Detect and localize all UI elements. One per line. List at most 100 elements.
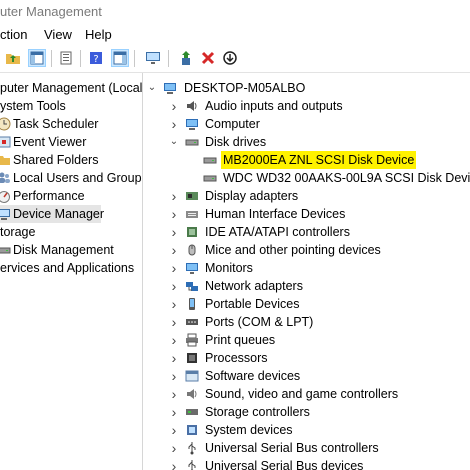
console-tree[interactable]: puter Management (Local ystem Tools Task… [0, 73, 143, 470]
device-category-usb[interactable]: › Universal Serial Bus controllers [143, 439, 470, 457]
chevron-right-icon[interactable]: › [169, 205, 179, 223]
chevron-right-icon[interactable]: › [169, 313, 179, 331]
chevron-right-icon[interactable]: › [169, 403, 179, 421]
tree-item-system-tools[interactable]: ystem Tools [0, 97, 142, 115]
update-driver-icon[interactable] [177, 49, 195, 67]
users-icon [0, 172, 10, 183]
device-category-label: Print queues [205, 333, 276, 347]
monitor-icon[interactable] [144, 49, 162, 67]
device-category-label: Human Interface Devices [205, 207, 346, 221]
disk-drive-icon [203, 157, 217, 164]
menu-help[interactable]: Help [85, 24, 112, 46]
printer-icon [186, 333, 198, 347]
chevron-right-icon[interactable]: › [169, 241, 179, 259]
computer-icon [164, 83, 176, 94]
menu-view[interactable]: View [44, 24, 72, 46]
device-category-system-device[interactable]: › System devices [143, 421, 470, 439]
chevron-right-icon[interactable]: › [169, 277, 179, 295]
chevron-down-icon[interactable]: ⌄ [147, 79, 157, 97]
usb-icon [188, 442, 196, 455]
device-category-disk-drive[interactable]: ⌄ Disk drives [143, 133, 470, 151]
device-category-label: Portable Devices [205, 297, 300, 311]
chevron-right-icon[interactable]: › [169, 97, 179, 115]
monitor-icon [186, 263, 198, 274]
device-category-label: IDE ATA/ATAPI controllers [205, 225, 350, 239]
device-category-mouse[interactable]: › Mice and other pointing devices [143, 241, 470, 259]
computer-icon [186, 119, 198, 130]
chevron-right-icon[interactable]: › [169, 385, 179, 403]
tree-item-services-applications[interactable]: ervices and Applications [0, 259, 142, 277]
device-tree[interactable]: ⌄ DESKTOP-M05ALBO › Audio inputs and outp… [143, 73, 470, 470]
tree-item-task-scheduler[interactable]: Task Scheduler [0, 115, 142, 133]
device-category-label: Universal Serial Bus devices [205, 459, 364, 470]
chevron-right-icon[interactable]: › [169, 115, 179, 133]
menu-bar: ction View Help [0, 24, 470, 46]
disable-device-icon[interactable] [221, 49, 239, 67]
show-action-pane-icon[interactable] [111, 49, 129, 67]
disk-management-icon [0, 247, 11, 254]
window-title: uter Management [0, 4, 102, 19]
device-category-label: Universal Serial Bus controllers [205, 441, 379, 455]
properties-icon[interactable] [57, 49, 75, 67]
show-hide-console-tree-icon[interactable] [28, 49, 46, 67]
toolbar: ? [0, 46, 470, 73]
device-category-label: Audio inputs and outputs [205, 99, 343, 113]
device-category-computer[interactable]: › Computer [143, 115, 470, 133]
device-category-ide-controller[interactable]: › IDE ATA/ATAPI controllers [143, 223, 470, 241]
tree-item-storage[interactable]: torage [0, 223, 142, 241]
ide-controller-icon [187, 227, 197, 237]
chevron-right-icon[interactable]: › [169, 349, 179, 367]
device-category-label: Network adapters [205, 279, 303, 293]
device-tree-root[interactable]: ⌄ DESKTOP-M05ALBO [143, 79, 470, 97]
uninstall-device-icon[interactable] [199, 49, 217, 67]
chevron-right-icon[interactable]: › [169, 259, 179, 277]
device-category-monitor[interactable]: › Monitors [143, 259, 470, 277]
disk-device-item[interactable]: MB2000EA ZNL SCSI Disk Device [143, 151, 470, 169]
up-folder-icon[interactable] [4, 49, 22, 67]
tree-item-disk-management[interactable]: Disk Management [0, 241, 142, 259]
device-category-usb-device[interactable]: › Universal Serial Bus devices [143, 457, 470, 470]
help-icon[interactable]: ? [87, 49, 105, 67]
device-category-sound[interactable]: › Sound, video and game controllers [143, 385, 470, 403]
chevron-down-icon[interactable]: ⌄ [169, 133, 179, 151]
menu-action[interactable]: ction [0, 24, 27, 46]
device-category-processor[interactable]: › Processors [143, 349, 470, 367]
chevron-right-icon[interactable]: › [169, 367, 179, 385]
device-category-label: Computer [205, 117, 260, 131]
chevron-right-icon[interactable]: › [169, 439, 179, 457]
chevron-right-icon[interactable]: › [169, 223, 179, 241]
portable-device-icon [189, 298, 195, 310]
chevron-right-icon[interactable]: › [169, 457, 179, 470]
device-category-label: Mice and other pointing devices [205, 243, 381, 257]
device-category-software-device[interactable]: › Software devices [143, 367, 470, 385]
device-category-storage-controller[interactable]: › Storage controllers [143, 403, 470, 421]
chevron-right-icon[interactable]: › [169, 331, 179, 349]
performance-icon [0, 191, 10, 203]
disk-drive-icon [203, 175, 217, 182]
tree-item-shared-folders[interactable]: Shared Folders [0, 151, 142, 169]
tree-item-computer-management[interactable]: puter Management (Local [0, 79, 142, 97]
hid-icon [186, 211, 198, 218]
chevron-right-icon[interactable]: › [169, 187, 179, 205]
tree-item-performance[interactable]: Performance [0, 187, 142, 205]
clock-icon [0, 117, 11, 131]
device-category-hid[interactable]: › Human Interface Devices [143, 205, 470, 223]
device-category-speaker[interactable]: › Audio inputs and outputs [143, 97, 470, 115]
device-category-network-adapter[interactable]: › Network adapters [143, 277, 470, 295]
device-category-label: Sound, video and game controllers [205, 387, 399, 401]
tree-item-device-manager[interactable]: Device Manager [0, 205, 104, 223]
device-category-portable-device[interactable]: › Portable Devices [143, 295, 470, 313]
chevron-right-icon[interactable]: › [169, 295, 179, 313]
display-adapter-icon [186, 192, 198, 200]
event-viewer-icon [0, 136, 11, 148]
device-category-port[interactable]: › Ports (COM & LPT) [143, 313, 470, 331]
tree-item-local-users-groups[interactable]: Local Users and Groups [0, 169, 142, 187]
tree-item-event-viewer[interactable]: Event Viewer [0, 133, 142, 151]
disk-device-item[interactable]: WDC WD32 00AAKS-00L9A SCSI Disk Device [143, 169, 470, 187]
chevron-right-icon[interactable]: › [169, 421, 179, 439]
device-category-label: Processors [205, 351, 268, 365]
network-adapter-icon [186, 282, 198, 291]
device-category-printer[interactable]: › Print queues [143, 331, 470, 349]
device-category-display-adapter[interactable]: › Display adapters [143, 187, 470, 205]
processor-icon [187, 353, 197, 363]
